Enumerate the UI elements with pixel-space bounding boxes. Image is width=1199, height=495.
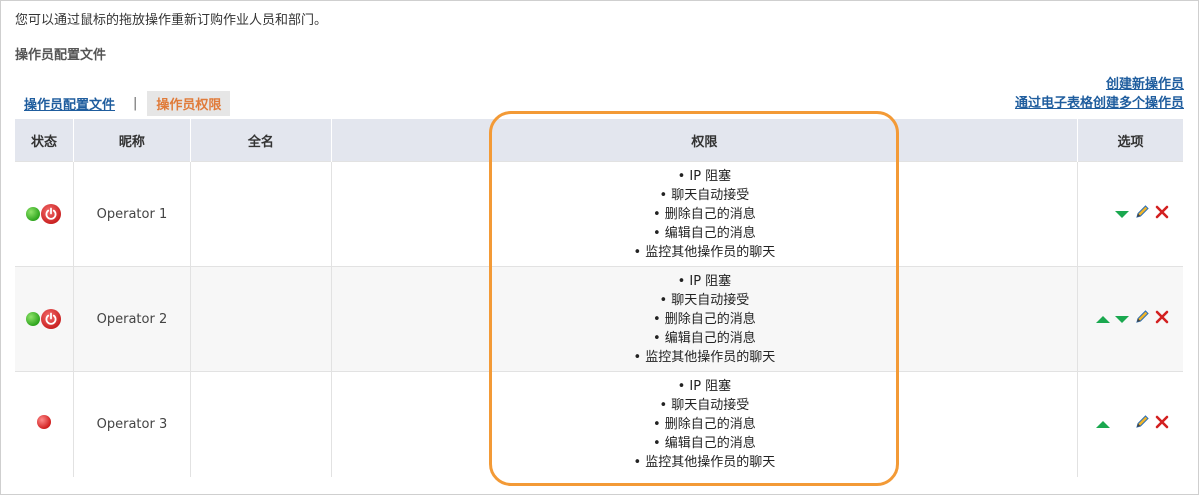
permission-item: IP 阻塞 [332, 167, 1077, 186]
nickname-cell: Operator 1 [73, 161, 191, 267]
section-title: 操作员配置文件 [15, 48, 107, 63]
table-row: Operator 2 IP 阻塞 聊天自动接受 删除自己的消息 编辑自己的消息 … [15, 266, 1183, 372]
edit-pencil-icon[interactable] [1134, 204, 1150, 224]
permission-item: 删除自己的消息 [332, 310, 1077, 329]
status-cell [15, 266, 74, 372]
table-row: Operator 3 IP 阻塞 聊天自动接受 删除自己的消息 编辑自己的消息 … [15, 371, 1183, 477]
permission-item: 监控其他操作员的聊天 [332, 348, 1077, 367]
table-header-row: 状态 昵称 全名 权限 选项 [15, 119, 1183, 162]
online-status-icon [26, 311, 41, 326]
move-down-icon[interactable] [1115, 210, 1129, 218]
delete-icon[interactable] [1155, 310, 1169, 328]
create-operator-link[interactable]: 创建新操作员 [1015, 75, 1184, 94]
offline-status-icon [36, 415, 51, 430]
permission-item: IP 阻塞 [332, 272, 1077, 291]
power-icon[interactable] [41, 203, 62, 224]
options-cell [1077, 371, 1183, 477]
permission-item: 删除自己的消息 [332, 205, 1077, 224]
permission-item: 聊天自动接受 [332, 186, 1077, 205]
create-from-spreadsheet-link[interactable]: 通过电子表格创建多个操作员 [1015, 94, 1184, 113]
permission-item: IP 阻塞 [332, 377, 1077, 396]
delete-icon[interactable] [1155, 415, 1169, 433]
fullname-cell [190, 161, 332, 267]
power-icon[interactable] [41, 308, 62, 329]
header-permissions: 权限 [331, 119, 1079, 162]
action-links: 创建新操作员 通过电子表格创建多个操作员 [1015, 75, 1184, 113]
intro-text: 您可以通过鼠标的拖放操作重新订购作业人员和部门。 [15, 13, 328, 28]
tab-bar: 操作员配置文件 | 操作员权限 [16, 90, 231, 116]
status-cell [15, 371, 74, 477]
permission-item: 编辑自己的消息 [332, 329, 1077, 348]
delete-icon[interactable] [1155, 205, 1169, 223]
table-row: Operator 1 IP 阻塞 聊天自动接受 删除自己的消息 编辑自己的消息 … [15, 161, 1183, 267]
tab-operator-permissions[interactable]: 操作员权限 [147, 90, 231, 116]
header-fullname: 全名 [190, 119, 332, 162]
nickname-cell: Operator 2 [73, 266, 191, 372]
permissions-cell: IP 阻塞 聊天自动接受 删除自己的消息 编辑自己的消息 监控其他操作员的聊天 [331, 371, 1079, 477]
empty-slot [1115, 421, 1129, 428]
permission-item: 聊天自动接受 [332, 396, 1077, 415]
permissions-cell: IP 阻塞 聊天自动接受 删除自己的消息 编辑自己的消息 监控其他操作员的聊天 [331, 161, 1079, 267]
header-options: 选项 [1077, 119, 1183, 162]
permission-item: 编辑自己的消息 [332, 224, 1077, 243]
nickname-cell: Operator 3 [73, 371, 191, 477]
edit-pencil-icon[interactable] [1134, 414, 1150, 434]
edit-pencil-icon[interactable] [1134, 309, 1150, 329]
move-up-icon[interactable] [1096, 420, 1110, 428]
permission-item: 删除自己的消息 [332, 415, 1077, 434]
operators-table: 状态 昵称 全名 权限 选项 Operator 1 IP 阻塞 聊天自动接受 删… [15, 119, 1183, 477]
status-cell [15, 161, 74, 267]
permission-item: 编辑自己的消息 [332, 434, 1077, 453]
move-up-icon[interactable] [1096, 315, 1110, 323]
tab-separator: | [133, 95, 138, 111]
permission-item: 监控其他操作员的聊天 [332, 453, 1077, 472]
options-cell [1077, 266, 1183, 372]
move-down-icon[interactable] [1115, 315, 1129, 323]
permissions-cell: IP 阻塞 聊天自动接受 删除自己的消息 编辑自己的消息 监控其他操作员的聊天 [331, 266, 1079, 372]
permission-item: 聊天自动接受 [332, 291, 1077, 310]
options-cell [1077, 161, 1183, 267]
header-status: 状态 [15, 119, 74, 162]
tab-operator-profile[interactable]: 操作员配置文件 [16, 94, 123, 113]
header-nickname: 昵称 [73, 119, 191, 162]
fullname-cell [190, 371, 332, 477]
online-status-icon [26, 206, 41, 221]
fullname-cell [190, 266, 332, 372]
permission-item: 监控其他操作员的聊天 [332, 243, 1077, 262]
